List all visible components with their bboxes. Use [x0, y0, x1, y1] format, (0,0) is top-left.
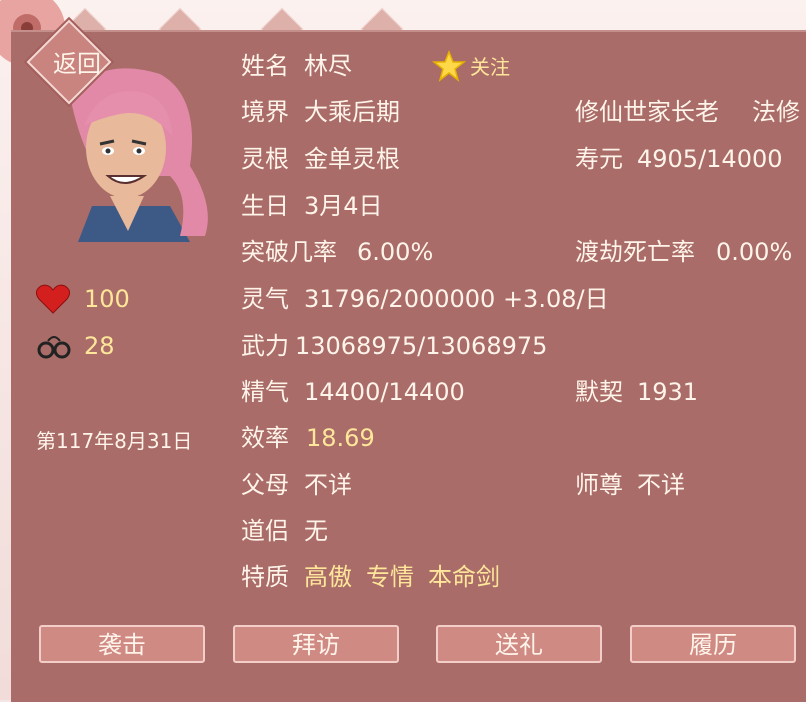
- master-value: 不详: [637, 471, 685, 499]
- force-value: 13068975/13068975: [295, 332, 548, 360]
- rapport-value: 1931: [637, 378, 699, 406]
- shackles-value: 28: [84, 332, 115, 360]
- star-icon[interactable]: [432, 50, 466, 84]
- name-value: 林尽: [304, 52, 352, 80]
- history-button[interactable]: 履历: [630, 625, 796, 663]
- attack-button[interactable]: 袭击: [39, 625, 205, 663]
- trait-item[interactable]: 高傲: [304, 562, 352, 592]
- name-label: 姓名: [241, 52, 289, 80]
- root-label: 灵根: [241, 145, 289, 173]
- realm-label: 境界: [241, 98, 289, 126]
- health-value: 100: [84, 285, 130, 313]
- visit-button[interactable]: 拜访: [233, 625, 399, 663]
- trait-item[interactable]: 专情: [366, 562, 414, 592]
- parents-label: 父母: [241, 471, 289, 499]
- lifespan-value: 4905/14000: [637, 145, 783, 173]
- essence-label: 精气: [241, 378, 289, 406]
- parents-value: 不详: [304, 471, 352, 499]
- root-value: 金单灵根: [304, 145, 400, 173]
- breakthrough-value: 6.00%: [357, 238, 434, 266]
- identity-value: 修仙世家长老: [575, 98, 719, 126]
- birthday-label: 生日: [241, 192, 289, 220]
- tribulation-value: 0.00%: [716, 238, 793, 266]
- traits-label: 特质: [241, 563, 289, 591]
- realm-value: 大乘后期: [304, 98, 400, 126]
- lifespan-label: 寿元: [575, 145, 623, 173]
- birthday-value: 3月4日: [304, 192, 383, 220]
- rapport-label: 默契: [575, 378, 623, 406]
- master-label: 师尊: [575, 471, 623, 499]
- game-date: 第117年8月31日: [36, 429, 193, 453]
- tribulation-label: 渡劫死亡率: [575, 238, 695, 266]
- sect-type-value: 法修: [752, 98, 800, 126]
- partner-value: 无: [304, 517, 328, 545]
- force-label: 武力: [241, 332, 289, 360]
- breakthrough-label: 突破几率: [241, 238, 337, 266]
- essence-value: 14400/14400: [304, 378, 465, 406]
- heart-icon: [36, 284, 70, 314]
- partner-label: 道侣: [241, 517, 289, 545]
- qi-label: 灵气: [241, 285, 289, 313]
- handcuffs-icon: [37, 336, 71, 359]
- follow-button[interactable]: 关注: [470, 52, 510, 82]
- efficiency-value: 18.69: [306, 424, 375, 452]
- trait-item[interactable]: 本命剑: [428, 562, 500, 592]
- qi-value: 31796/2000000 +3.08/日: [304, 285, 609, 313]
- gift-button[interactable]: 送礼: [436, 625, 602, 663]
- back-button-label[interactable]: 返回: [36, 44, 118, 79]
- efficiency-label: 效率: [241, 424, 289, 452]
